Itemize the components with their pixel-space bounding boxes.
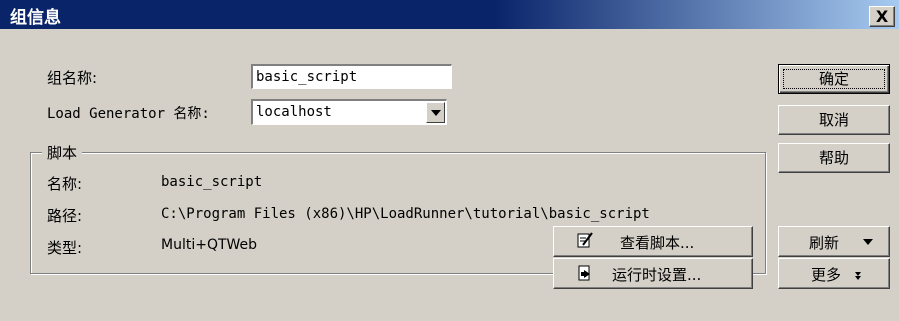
runtime-settings-button[interactable]: 运行时设置... (553, 258, 753, 289)
script-path-value: C:\Program Files (x86)\HP\LoadRunner\tut… (161, 206, 650, 222)
script-type-label: 类型: (47, 239, 83, 257)
help-button[interactable]: 帮助 (778, 143, 890, 173)
runtime-settings-label: 运行时设置... (612, 266, 702, 284)
window-title: 组信息 (10, 8, 61, 28)
load-generator-select[interactable]: localhost (251, 99, 447, 125)
more-label: 更多 (811, 266, 842, 284)
ok-button[interactable]: 确定 (778, 64, 890, 94)
refresh-button[interactable]: 刷新 (778, 226, 890, 257)
refresh-label: 刷新 (809, 234, 840, 252)
group-name-value: basic_script (256, 69, 358, 85)
script-type-value: Multi+QTWeb (161, 237, 258, 253)
title-bar (0, 0, 899, 29)
script-group-title: 脚本 (42, 142, 83, 163)
cancel-button[interactable]: 取消 (778, 105, 890, 135)
chevron-down-icon (431, 110, 441, 116)
load-generator-label: Load Generator 名称: (47, 106, 210, 122)
settings-page-icon (576, 264, 594, 286)
group-name-label: 组名称: (47, 69, 98, 87)
chevron-down-icon (855, 276, 861, 280)
close-button[interactable]: X (869, 6, 895, 27)
script-path-label: 路径: (47, 207, 83, 225)
dropdown-button[interactable] (426, 102, 445, 123)
script-name-label: 名称: (47, 175, 83, 193)
notepad-pencil-icon (576, 231, 594, 254)
group-name-input[interactable]: basic_script (251, 64, 452, 89)
cancel-label: 取消 (818, 111, 849, 129)
script-name-value: basic_script (161, 174, 263, 190)
load-generator-value: localhost (256, 104, 332, 120)
view-script-button[interactable]: 查看脚本... (553, 226, 753, 257)
focus-rect (783, 69, 885, 89)
close-icon: X (875, 7, 889, 26)
more-button[interactable]: 更多 (778, 258, 890, 289)
view-script-label: 查看脚本... (620, 234, 695, 252)
help-label: 帮助 (818, 149, 849, 167)
chevron-down-icon (863, 239, 873, 245)
